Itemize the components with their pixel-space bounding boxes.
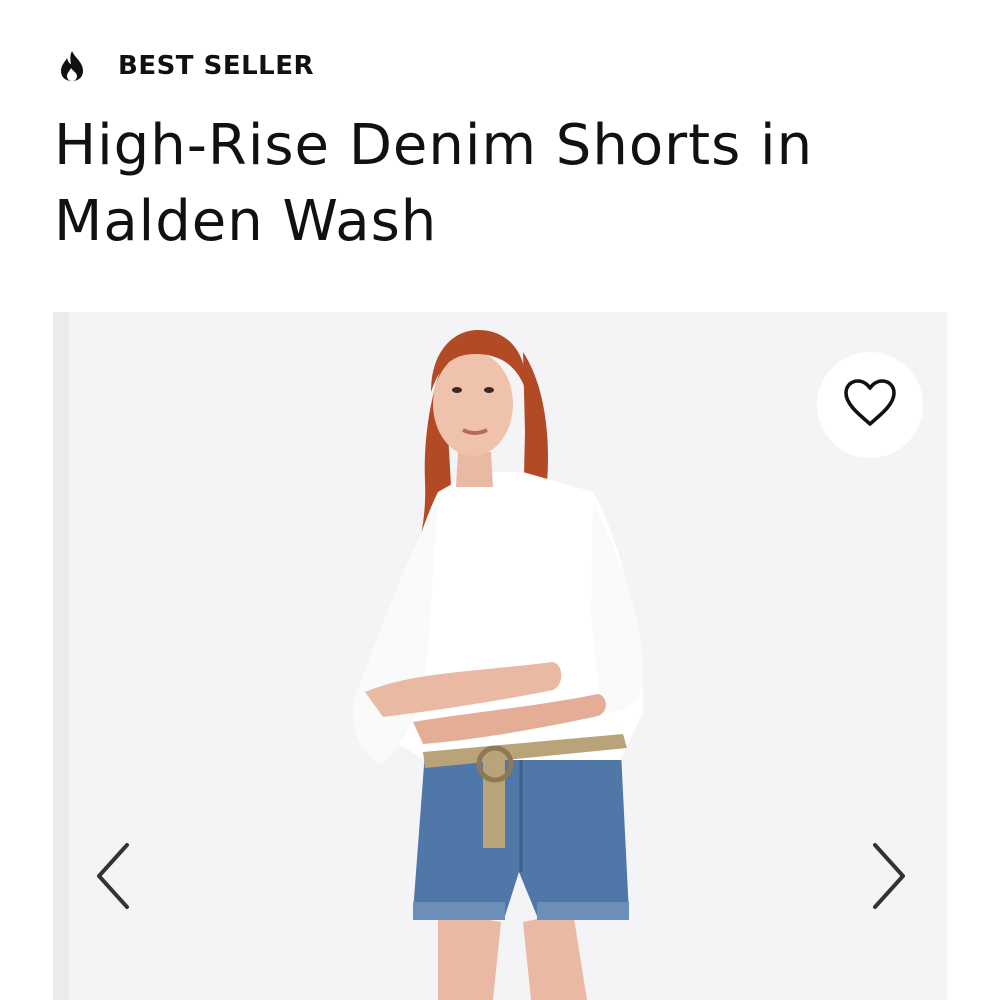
best-seller-badge: BEST SELLER	[56, 46, 314, 86]
best-seller-label: BEST SELLER	[118, 51, 314, 81]
next-image-button[interactable]	[859, 840, 919, 916]
previous-image-button[interactable]	[83, 840, 143, 916]
product-image	[69, 312, 947, 1000]
flame-icon	[56, 50, 88, 82]
heart-outline-icon	[842, 378, 898, 432]
chevron-left-icon	[93, 841, 133, 915]
favorite-button[interactable]	[817, 352, 923, 458]
product-title: High-Rise Denim Shorts in Malden Wash	[54, 113, 814, 254]
chevron-right-icon	[869, 841, 909, 915]
product-image-carousel[interactable]	[53, 312, 947, 1000]
